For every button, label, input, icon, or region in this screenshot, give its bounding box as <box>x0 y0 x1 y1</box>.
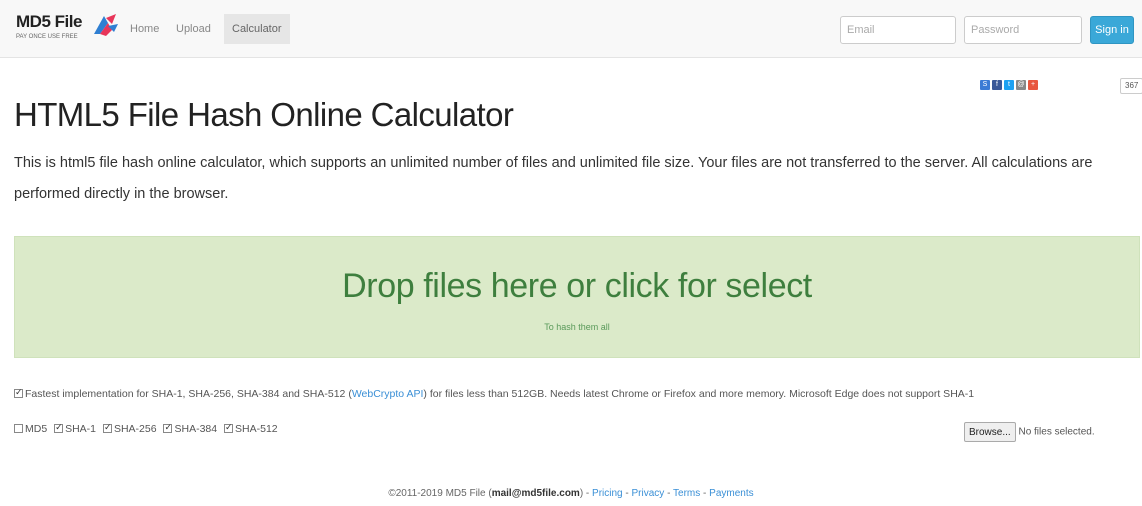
nav-link-home[interactable]: Home <box>122 14 167 44</box>
algorithm-sha384[interactable]: SHA-384 <box>163 422 218 435</box>
drop-zone-title: Drop files here or click for select <box>342 267 812 305</box>
webcrypto-link[interactable]: WebCrypto API <box>352 388 424 400</box>
footer-separator: - <box>622 488 632 499</box>
password-field[interactable] <box>964 16 1082 44</box>
footer-link-privacy[interactable]: Privacy <box>632 488 665 499</box>
footer-link-terms[interactable]: Terms <box>673 488 700 499</box>
footer-separator: - <box>664 488 674 499</box>
algorithm-sha1[interactable]: SHA-1 <box>54 422 97 435</box>
browse-button[interactable]: Browse... <box>964 422 1016 442</box>
share-icon[interactable]: S <box>980 80 990 90</box>
footer-copyright: ©2011-2019 MD5 File ( <box>388 488 492 499</box>
nav-link-upload[interactable]: Upload <box>168 14 219 44</box>
brand-tagline: PAY ONCE USE FREE <box>16 34 78 40</box>
file-status: No files selected. <box>1018 426 1095 438</box>
plus-icon[interactable]: + <box>1028 80 1038 90</box>
sha512-label: SHA-512 <box>235 423 278 435</box>
share-count-badge: 367 <box>1120 78 1142 94</box>
fastest-text-after: ) for files less than 512GB. Needs lates… <box>423 388 975 400</box>
footer-link-pricing[interactable]: Pricing <box>592 488 623 499</box>
email-field[interactable] <box>840 16 956 44</box>
sha1-label: SHA-1 <box>65 423 97 435</box>
share-bar: Sf t @ + <box>980 80 1040 94</box>
md5-label: MD5 <box>25 423 48 435</box>
algorithm-checkboxes: MD5 SHA-1 SHA-256 SHA-384 SHA-512 <box>14 422 282 435</box>
logo-icon <box>94 14 118 36</box>
footer-close: ) - <box>579 488 593 499</box>
email-icon[interactable]: @ <box>1016 80 1026 90</box>
file-drop-zone[interactable]: Drop files here or click for select To h… <box>14 236 1140 358</box>
footer-link-payments[interactable]: Payments <box>709 488 753 499</box>
algorithm-md5[interactable]: MD5 <box>14 423 47 435</box>
sha256-label: SHA-256 <box>113 423 157 435</box>
sha512-checkbox[interactable] <box>224 422 234 433</box>
footer: ©2011-2019 MD5 File (mail@md5file.com) -… <box>0 488 1142 499</box>
sha256-checkbox[interactable] <box>102 422 112 433</box>
navbar: MD5 File PAY ONCE USE FREE Home Upload C… <box>0 0 1142 58</box>
fastest-implementation-option: Fastest implementation for SHA-1, SHA-25… <box>14 387 1134 400</box>
algorithm-sha256[interactable]: SHA-256 <box>102 422 157 435</box>
sha1-checkbox[interactable] <box>54 422 64 433</box>
page-title: HTML5 File Hash Online Calculator <box>14 96 514 133</box>
drop-zone-subtitle: To hash them all <box>544 322 610 332</box>
sha384-checkbox[interactable] <box>163 422 173 433</box>
file-input: Browse... No files selected. <box>964 422 1095 444</box>
brand-logo[interactable]: MD5 File PAY ONCE USE FREE <box>16 10 126 46</box>
sha384-label: SHA-384 <box>174 423 218 435</box>
footer-email[interactable]: mail@md5file.com <box>492 488 580 499</box>
fastest-implementation-checkbox[interactable] <box>14 387 23 398</box>
page-description: This is html5 file hash online calculato… <box>14 155 1093 202</box>
nav-link-calculator[interactable]: Calculator <box>224 14 290 44</box>
twitter-icon[interactable]: t <box>1004 80 1014 90</box>
algorithm-sha512[interactable]: SHA-512 <box>224 422 278 435</box>
md5-checkbox[interactable] <box>14 424 23 433</box>
brand-title: MD5 File <box>16 12 82 31</box>
footer-separator: - <box>700 488 710 499</box>
facebook-icon[interactable]: f <box>992 80 1002 90</box>
fastest-text-before: Fastest implementation for SHA-1, SHA-25… <box>25 388 352 400</box>
sign-in-button[interactable]: Sign in <box>1090 16 1134 44</box>
